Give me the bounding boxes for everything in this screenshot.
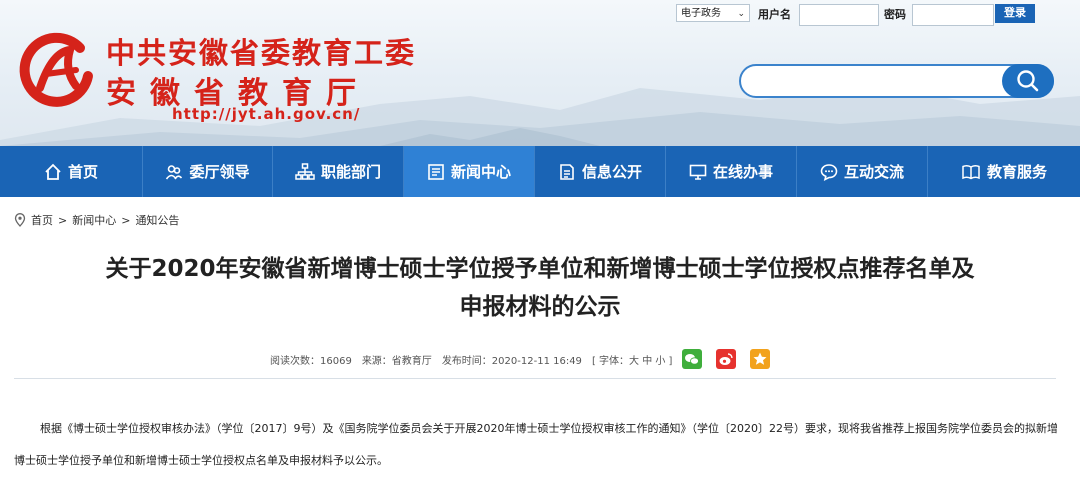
article-paragraph: 根据《博士硕士学位授权审核办法》（学位〔2017〕9号）及《国务院学位委员会关于… bbox=[14, 422, 1058, 467]
wechat-icon bbox=[685, 354, 700, 365]
publish-time: 发布时间：2020-12-11 16:49 bbox=[441, 355, 582, 367]
weibo-icon bbox=[719, 353, 734, 365]
search-input[interactable] bbox=[755, 70, 989, 94]
people-icon bbox=[166, 164, 183, 179]
main-nav: 首页 委厅领导 职能部门 新闻中心 信息公开 在线办事 互动交流 教育服务 bbox=[0, 146, 1080, 197]
nav-item-label: 新闻中心 bbox=[450, 163, 511, 181]
article-meta: 阅读次数：16069 来源：省教育厅 发布时间：2020-12-11 16:49… bbox=[270, 349, 780, 369]
nav-item-label: 信息公开 bbox=[581, 163, 642, 181]
nav-item-label: 首页 bbox=[67, 163, 98, 181]
nav-item-departments[interactable]: 职能部门 bbox=[273, 146, 404, 197]
org-icon bbox=[295, 162, 315, 180]
weibo-share-icon[interactable] bbox=[716, 349, 737, 369]
logo-icon bbox=[19, 32, 93, 107]
article-title-line2: 申报材料的公示 bbox=[459, 294, 621, 320]
nav-item-label: 职能部门 bbox=[320, 163, 381, 181]
location-pin-icon bbox=[14, 213, 26, 227]
wechat-share-icon[interactable] bbox=[682, 349, 703, 369]
nav-item-label: 在线办事 bbox=[712, 163, 773, 181]
nav-item-label: 互动交流 bbox=[843, 163, 904, 181]
meta-divider bbox=[14, 378, 1056, 379]
font-size-control[interactable]: [ 字体：大 中 小 ] bbox=[592, 352, 673, 367]
nav-item-education-service[interactable]: 教育服务 bbox=[928, 146, 1080, 197]
nav-item-info-disclosure[interactable]: 信息公开 bbox=[535, 146, 666, 197]
news-icon bbox=[428, 163, 444, 180]
monitor-icon bbox=[689, 164, 707, 180]
favorite-share-icon[interactable] bbox=[750, 349, 771, 369]
username-input[interactable] bbox=[799, 4, 879, 26]
nav-item-label: 教育服务 bbox=[986, 163, 1047, 181]
login-type-select[interactable]: 电子政务 ⌄ bbox=[676, 4, 750, 22]
article-title-line1: 关于2020年安徽省新增博士硕士学位授予单位和新增博士硕士学位授权点推荐名单及 bbox=[105, 256, 975, 282]
nav-item-news[interactable]: 新闻中心 bbox=[404, 146, 535, 197]
login-button[interactable]: 登录 bbox=[995, 4, 1035, 23]
search-icon bbox=[1017, 70, 1039, 92]
nav-item-interaction[interactable]: 互动交流 bbox=[797, 146, 928, 197]
document-icon bbox=[560, 163, 574, 180]
nav-item-online-service[interactable]: 在线办事 bbox=[666, 146, 797, 197]
breadcrumb-separator: > bbox=[58, 213, 68, 227]
read-count: 阅读次数：16069 bbox=[270, 355, 352, 367]
nav-item-label: 委厅领导 bbox=[189, 163, 250, 181]
nav-item-leaders[interactable]: 委厅领导 bbox=[143, 146, 273, 197]
breadcrumb-separator: > bbox=[121, 213, 131, 227]
username-label: 用户名 bbox=[758, 8, 791, 21]
breadcrumb-notices[interactable]: 通知公告 bbox=[135, 212, 179, 228]
search-button[interactable] bbox=[1002, 64, 1054, 98]
breadcrumb-news[interactable]: 新闻中心 bbox=[72, 212, 116, 228]
breadcrumb: 首页 > 新闻中心 > 通知公告 bbox=[14, 212, 179, 228]
article-source: 来源：省教育厅 bbox=[361, 355, 432, 367]
home-icon bbox=[45, 163, 61, 180]
breadcrumb-home[interactable]: 首页 bbox=[31, 212, 53, 228]
password-label: 密码 bbox=[884, 8, 906, 21]
site-url: http://jyt.ah.gov.cn/ bbox=[172, 105, 361, 123]
book-icon bbox=[962, 164, 980, 179]
site-header: 中共安徽省委教育工委 安徽省教育厅 http://jyt.ah.gov.cn/ … bbox=[0, 0, 1080, 146]
search-box bbox=[739, 64, 1054, 98]
article-title: 关于2020年安徽省新增博士硕士学位授予单位和新增博士硕士学位授权点推荐名单及 … bbox=[0, 250, 1080, 326]
password-input[interactable] bbox=[912, 4, 994, 26]
star-icon bbox=[753, 352, 767, 365]
nav-item-home[interactable]: 首页 bbox=[0, 146, 143, 197]
chevron-down-icon: ⌄ bbox=[737, 9, 745, 19]
login-type-value: 电子政务 bbox=[681, 8, 721, 19]
chat-icon bbox=[820, 163, 838, 181]
site-title-line1: 中共安徽省委教育工委 bbox=[106, 36, 417, 70]
